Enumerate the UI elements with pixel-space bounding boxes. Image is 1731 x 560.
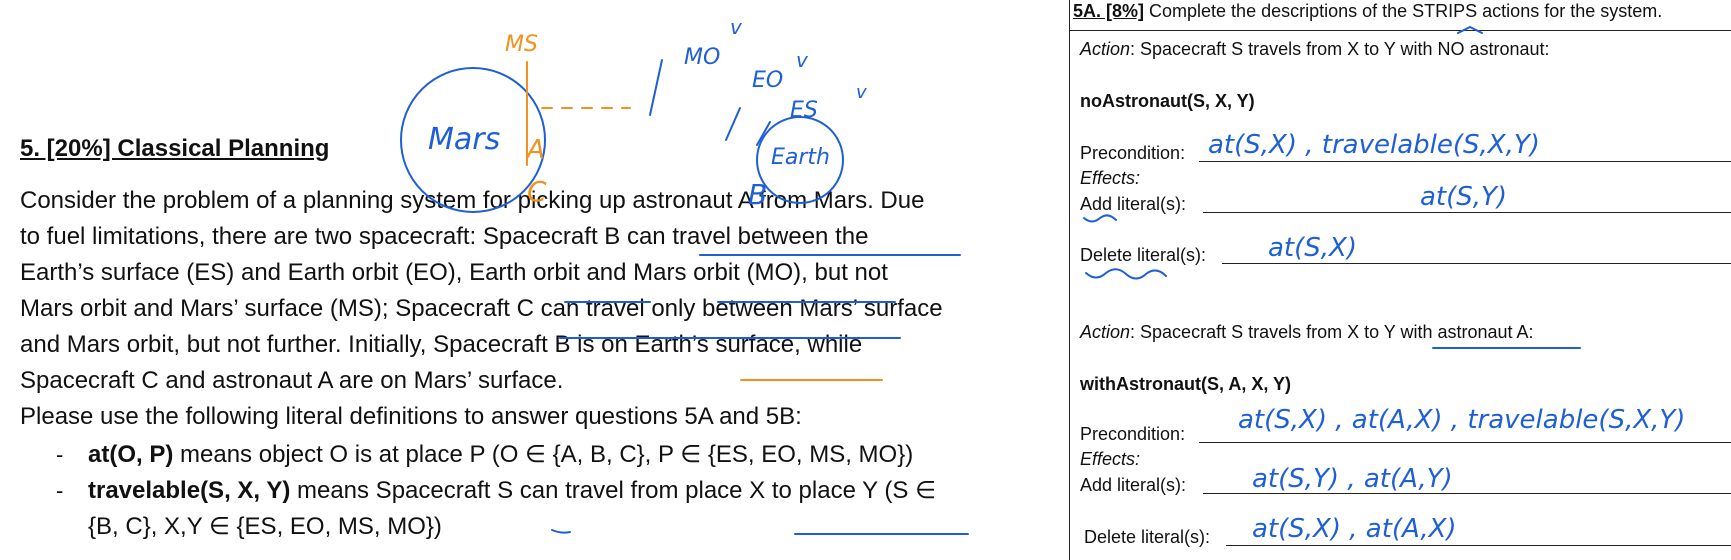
precondition-line: [1199, 442, 1731, 443]
action2-description: Action: Spacecraft S travels from X to Y…: [1080, 322, 1534, 343]
ink-stroke: [756, 121, 771, 146]
answer-panel: 5A. [8%] Complete the descriptions of th…: [1069, 0, 1731, 560]
check-mark: v: [856, 82, 867, 103]
spacecraft-b-label: B: [748, 178, 768, 211]
ink-squiggle: [1083, 214, 1117, 223]
spacecraft-c-label: C: [527, 175, 547, 208]
earth-label: Earth: [771, 145, 830, 170]
action-label: Action: [1080, 322, 1131, 342]
ink-stroke: [725, 107, 741, 141]
operator2-name: withAstronaut(S, A, X, Y): [1080, 374, 1292, 394]
effects-label: Effects:: [1080, 449, 1141, 469]
action-text: : Spacecraft S travels from X to Y with …: [1130, 322, 1534, 342]
delete-answer: at(S,X) , at(A,X): [1252, 514, 1457, 544]
eo-label: EO: [752, 68, 784, 93]
astronaut-a-label: A: [527, 135, 545, 165]
mars-label: Mars: [428, 122, 501, 157]
add-literals-label: Add literal(s):: [1080, 475, 1187, 495]
mo-label: MO: [684, 45, 721, 70]
check-mark: v: [730, 15, 742, 39]
precondition-answer: at(S,X) , at(A,X) , travelable(S,X,Y): [1238, 405, 1686, 435]
add-answer: at(S,Y) , at(A,Y): [1252, 464, 1453, 494]
ink-stroke: [551, 529, 571, 534]
precondition-label: Precondition:: [1080, 424, 1186, 444]
check-mark: v: [796, 48, 808, 72]
ink-squiggle: [1085, 268, 1167, 280]
ink-caret: [1457, 25, 1483, 34]
delete-line: [1226, 545, 1731, 546]
ms-label: MS: [505, 32, 538, 57]
ink-stroke: [649, 59, 663, 116]
delete-literals-label: Delete literal(s):: [1084, 527, 1211, 547]
es-label: ES: [790, 98, 818, 123]
